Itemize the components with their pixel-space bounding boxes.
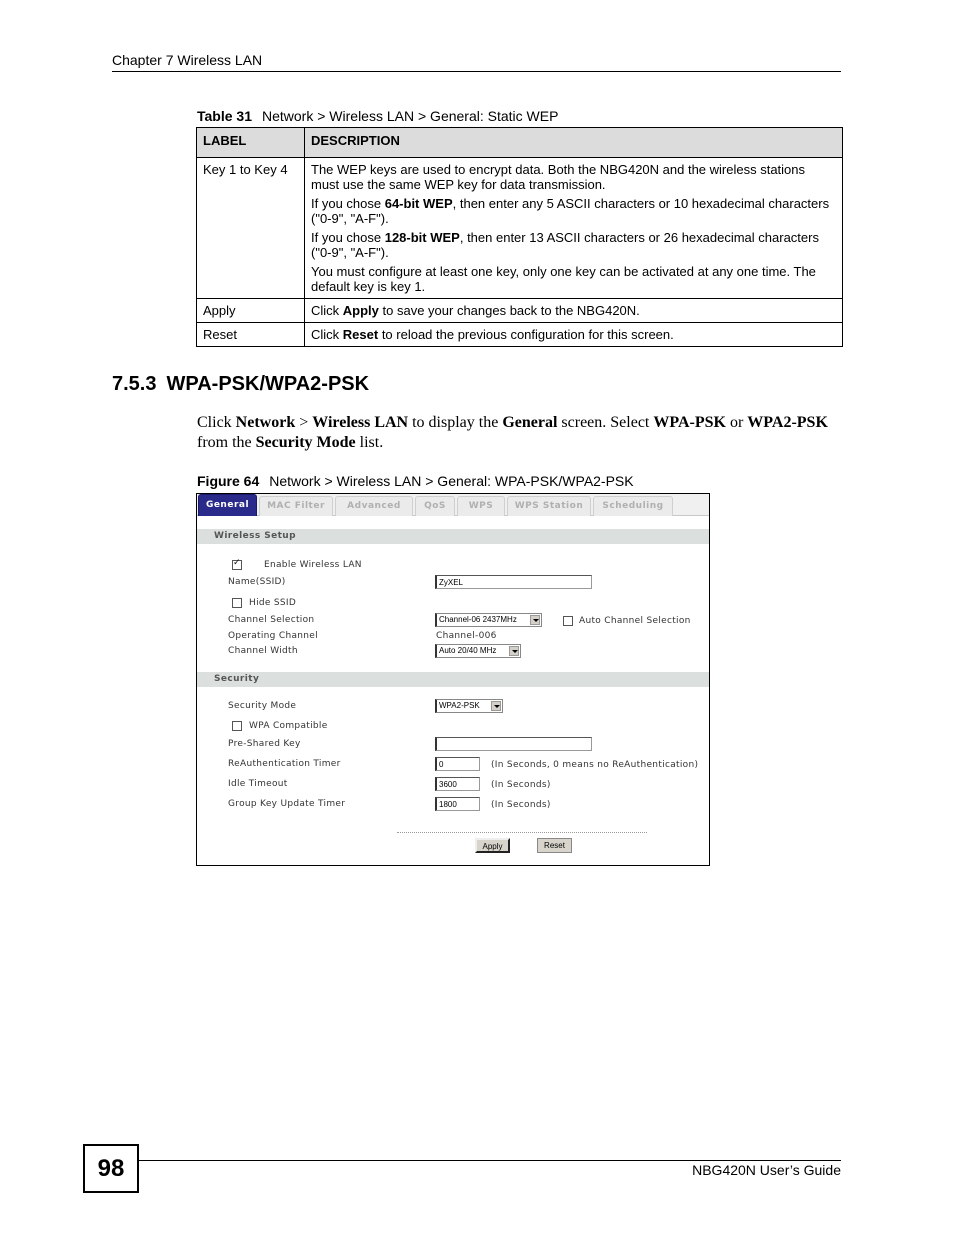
channel-selection-value: Channel-06 2437MHz	[439, 615, 517, 624]
channel-selection-label: Channel Selection	[228, 615, 315, 625]
header-description: DESCRIPTION	[304, 127, 843, 158]
operating-channel-label: Operating Channel	[228, 631, 318, 641]
apply-button[interactable]: Apply	[475, 838, 510, 853]
security-header: Security	[197, 672, 709, 687]
psk-input[interactable]	[435, 737, 592, 751]
description-paragraph: Click Apply to save your changes back to…	[311, 303, 640, 318]
row-label: Key 1 to Key 4	[196, 157, 305, 299]
chevron-down-icon[interactable]	[509, 646, 519, 656]
header-label: LABEL	[196, 127, 305, 158]
tab-wps[interactable]: WPS	[457, 496, 505, 516]
row-label: Reset	[196, 322, 305, 347]
reauth-timer-input[interactable]: 0	[435, 757, 480, 771]
chevron-down-icon[interactable]	[530, 615, 540, 625]
description-paragraph: If you chose 64-bit WEP, then enter any …	[311, 196, 830, 226]
reauth-timer-label: ReAuthentication Timer	[228, 759, 341, 769]
channel-selection-select[interactable]: Channel-06 2437MHz	[435, 613, 542, 627]
button-divider	[397, 832, 647, 833]
figure-caption-text: Network > Wireless LAN > General: WPA-PS…	[269, 473, 634, 489]
security-mode-value: WPA2-PSK	[439, 701, 480, 710]
row-description: The WEP keys are used to encrypt data. B…	[304, 157, 843, 299]
group-key-timer-input[interactable]: 1800	[435, 797, 480, 811]
psk-label: Pre-Shared Key	[228, 739, 301, 749]
reset-button[interactable]: Reset	[537, 838, 572, 853]
description-paragraph: The WEP keys are used to encrypt data. B…	[311, 162, 806, 192]
security-mode-label: Security Mode	[228, 701, 297, 711]
section-title: WPA-PSK/WPA2-PSK	[166, 373, 370, 395]
table-row: Reset Click Reset to reload the previous…	[196, 322, 843, 347]
section-number: 7.5.3	[112, 373, 157, 395]
tab-general[interactable]: General	[198, 494, 257, 516]
tab-qos[interactable]: QoS	[415, 496, 455, 516]
tab-scheduling[interactable]: Scheduling	[593, 496, 673, 516]
table-caption-label: Table 31	[197, 108, 252, 124]
body-paragraph: Click Network > Wireless LAN to display …	[197, 414, 828, 451]
hide-ssid-label: Hide SSID	[249, 598, 297, 608]
router-config-screenshot: General MAC Filter Advanced QoS WPS WPS …	[196, 493, 710, 866]
figure-caption: Figure 64 Network > Wireless LAN > Genera…	[197, 473, 634, 489]
wireless-setup-header: Wireless Setup	[197, 529, 709, 544]
description-paragraph: You must configure at least one key, onl…	[311, 264, 816, 294]
row-label: Apply	[196, 298, 305, 323]
wpa-compatible-label: WPA Compatible	[249, 721, 328, 731]
ssid-input[interactable]: ZyXEL	[435, 575, 592, 589]
group-key-timer-label: Group Key Update Timer	[228, 799, 346, 809]
description-paragraph: If you chose 128-bit WEP, then enter 13 …	[311, 230, 819, 260]
table-row: Apply Click Apply to save your changes b…	[196, 298, 843, 323]
idle-timeout-input[interactable]: 3600	[435, 777, 480, 791]
tab-advanced[interactable]: Advanced	[335, 496, 413, 516]
operating-channel-value: Channel-006	[436, 631, 497, 641]
auto-channel-checkbox[interactable]	[563, 616, 573, 626]
description-table: LABEL DESCRIPTION Key 1 to Key 4 The WEP…	[196, 127, 843, 347]
table-header-row: LABEL DESCRIPTION	[196, 127, 843, 158]
enable-wireless-label: Enable Wireless LAN	[264, 560, 362, 570]
table-caption: Table 31 Network > Wireless LAN > General…	[197, 108, 558, 124]
page-number: 98	[83, 1144, 139, 1193]
channel-width-select[interactable]: Auto 20/40 MHz	[435, 644, 521, 658]
idle-timeout-label: Idle Timeout	[228, 779, 288, 789]
footer-title: NBG420N User’s Guide	[692, 1162, 841, 1178]
reauth-timer-hint: (In Seconds, 0 means no ReAuthentication…	[491, 760, 699, 770]
idle-timeout-hint: (In Seconds)	[491, 780, 551, 790]
wpa-compatible-checkbox[interactable]	[232, 721, 242, 731]
ssid-label: Name(SSID)	[228, 577, 286, 587]
table-caption-text: Network > Wireless LAN > General: Static…	[262, 108, 559, 124]
running-header: Chapter 7 Wireless LAN	[112, 52, 263, 68]
header-rule	[112, 71, 841, 72]
hide-ssid-checkbox[interactable]	[232, 598, 242, 608]
table-row: Key 1 to Key 4 The WEP keys are used to …	[196, 157, 843, 299]
auto-channel-label: Auto Channel Selection	[579, 616, 691, 626]
enable-wireless-checkbox[interactable]	[232, 558, 242, 570]
tab-wps-station[interactable]: WPS Station	[507, 496, 591, 516]
group-key-timer-hint: (In Seconds)	[491, 800, 551, 810]
figure-caption-label: Figure 64	[197, 473, 260, 489]
security-mode-select[interactable]: WPA2-PSK	[435, 699, 503, 713]
tab-mac-filter[interactable]: MAC Filter	[259, 496, 333, 516]
row-description: Click Reset to reload the previous confi…	[304, 322, 843, 347]
tab-bar: General MAC Filter Advanced QoS WPS WPS …	[197, 494, 709, 516]
footer-rule	[139, 1160, 841, 1161]
description-paragraph: Click Reset to reload the previous confi…	[311, 327, 674, 342]
row-description: Click Apply to save your changes back to…	[304, 298, 843, 323]
section-heading: 7.5.3 WPA-PSK/WPA2-PSK	[112, 373, 369, 396]
chevron-down-icon[interactable]	[491, 701, 501, 711]
channel-width-value: Auto 20/40 MHz	[439, 646, 497, 655]
channel-width-label: Channel Width	[228, 646, 298, 656]
